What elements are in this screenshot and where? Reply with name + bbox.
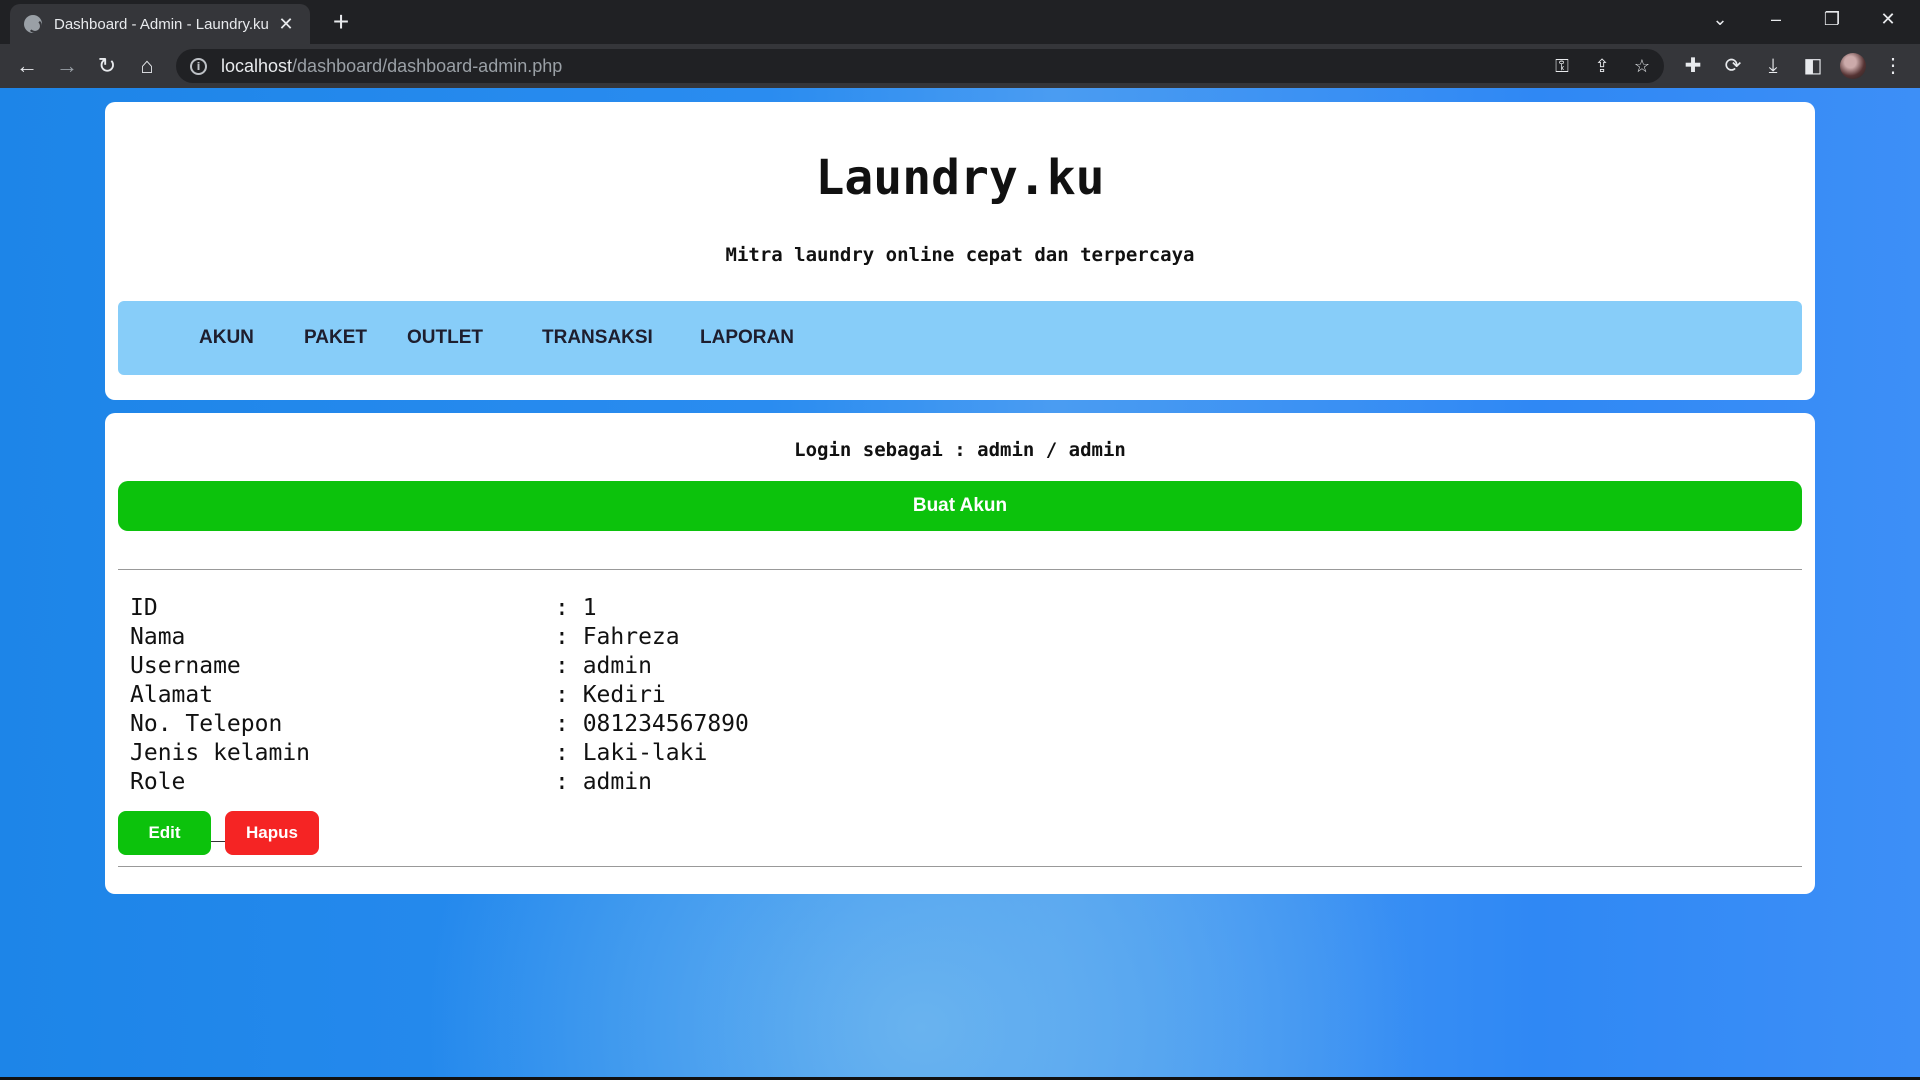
field-label: No. Telepon	[130, 711, 283, 737]
plus-icon[interactable]: +	[324, 6, 358, 40]
content-card: Login sebagai : admin / admin Buat Akun …	[105, 413, 1815, 894]
field-label: Alamat	[130, 682, 214, 708]
profile-avatar[interactable]	[1840, 53, 1866, 79]
site-tagline: Mitra laundry online cepat dan terpercay…	[725, 244, 1195, 266]
field-value: : 1	[555, 595, 597, 621]
nav-item-akun[interactable]: AKUN	[199, 301, 254, 375]
main-navbar: AKUN PAKET OUTLET TRANSAKSI LAPORAN	[118, 301, 1802, 375]
url-text: localhost/dashboard/dashboard-admin.php	[221, 55, 563, 76]
key-icon[interactable]: ⚿	[1548, 53, 1576, 79]
puzzle-icon[interactable]: ✚	[1678, 51, 1708, 81]
star-icon[interactable]: ☆	[1628, 53, 1656, 79]
tab-title: Dashboard - Admin - Laundry.ku	[54, 15, 269, 33]
browser-tab[interactable]: Dashboard - Admin - Laundry.ku ✕	[10, 4, 310, 44]
close-window-icon[interactable]: ✕	[1860, 0, 1916, 38]
login-info: Login sebagai : admin / admin	[794, 439, 1126, 461]
site-title: Laundry.ku	[815, 150, 1105, 206]
share-icon[interactable]: ⇪	[1588, 53, 1616, 79]
field-value: : admin	[555, 769, 652, 795]
divider	[118, 569, 1802, 570]
field-value: : admin	[555, 653, 652, 679]
divider	[118, 866, 1802, 867]
globe-icon	[24, 15, 42, 33]
delete-button[interactable]: Hapus	[225, 811, 319, 855]
forward-icon[interactable]: →	[52, 51, 82, 81]
header-card: Laundry.ku Mitra laundry online cepat da…	[105, 102, 1815, 400]
field-value: : Laki-laki	[555, 740, 708, 766]
field-label: Nama	[130, 624, 186, 650]
info-icon[interactable]: i	[190, 57, 207, 75]
nav-item-paket[interactable]: PAKET	[304, 301, 367, 375]
field-value: : 081234567890	[555, 711, 749, 737]
restore-icon[interactable]: ❐	[1804, 0, 1860, 38]
field-value: : Fahreza	[555, 624, 680, 650]
nav-item-outlet[interactable]: OUTLET	[407, 301, 483, 375]
address-bar[interactable]: i localhost/dashboard/dashboard-admin.ph…	[176, 49, 1664, 83]
nav-item-laporan[interactable]: LAPORAN	[700, 301, 794, 375]
field-label: Username	[130, 653, 241, 679]
button-separator	[211, 841, 225, 842]
home-icon[interactable]: ⌂	[132, 51, 162, 81]
field-label: Jenis kelamin	[130, 740, 311, 766]
reload-icon[interactable]: ↻	[92, 51, 122, 81]
field-label: ID	[130, 595, 158, 621]
edit-button[interactable]: Edit	[118, 811, 211, 855]
create-account-button[interactable]: Buat Akun	[118, 481, 1802, 531]
back-icon[interactable]: ←	[12, 51, 42, 81]
sync-icon[interactable]: ⟳	[1718, 51, 1748, 81]
menu-icon[interactable]: ⋮	[1878, 51, 1908, 81]
download-icon[interactable]: ⤓	[1758, 51, 1788, 81]
sidepanel-icon[interactable]: ◧	[1798, 51, 1828, 81]
field-label: Role	[130, 769, 186, 795]
browser-tab-strip: Dashboard - Admin - Laundry.ku ✕ + ⌄ – ❐…	[0, 0, 1920, 44]
nav-item-transaksi[interactable]: TRANSAKSI	[542, 301, 653, 375]
chevron-down-icon[interactable]: ⌄	[1692, 0, 1748, 38]
field-value: : Kediri	[555, 682, 666, 708]
close-icon[interactable]: ✕	[276, 14, 296, 35]
minimize-icon[interactable]: –	[1748, 0, 1804, 38]
browser-toolbar: ← → ↻ ⌂ i localhost/dashboard/dashboard-…	[0, 44, 1920, 88]
